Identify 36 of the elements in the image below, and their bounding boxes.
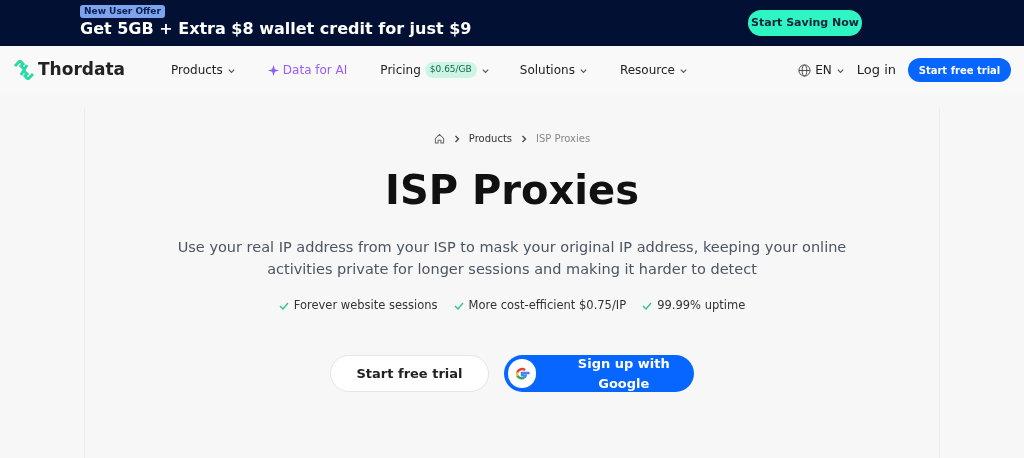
nav-link-label: Solutions	[519, 62, 575, 79]
chevron-right-icon	[520, 134, 529, 143]
language-selector[interactable]: EN	[798, 61, 845, 79]
breadcrumb-item: ISP Proxies	[536, 132, 591, 146]
home-icon	[433, 133, 445, 144]
g-logo-icon	[508, 359, 536, 389]
nav-link-label: Pricing	[380, 62, 421, 79]
start-saving-button[interactable]: Start Saving Now	[748, 10, 862, 36]
start-trial-button[interactable]: Start free trial	[330, 355, 489, 393]
offer-badge: New User Offer	[80, 4, 165, 18]
nav-link[interactable]: Pricing $0.65/GB	[380, 61, 490, 79]
nav-link[interactable]: Data for AI	[267, 61, 348, 79]
check-icon	[278, 301, 289, 310]
check-icon	[453, 301, 464, 310]
nav-link[interactable]: Products	[171, 61, 236, 79]
logo-text: Thordata	[38, 58, 125, 82]
sparkle-icon	[267, 64, 279, 76]
nav-link-label: Resource	[619, 62, 675, 79]
start-trial-button[interactable]: Start free trial	[908, 58, 1011, 82]
nav-link[interactable]: Solutions	[519, 61, 588, 79]
price-tag: $0.65/GB	[424, 62, 477, 78]
nav-link-label: Products	[171, 62, 223, 79]
breadcrumb-item[interactable]: Products	[468, 131, 513, 146]
login-link[interactable]: Log in	[856, 60, 896, 80]
check-icon	[642, 301, 653, 310]
page-title: ISP Proxies	[385, 166, 639, 214]
chevron-right-icon	[452, 134, 461, 143]
feature-text: More cost-efficient $0.75/IP	[468, 297, 627, 314]
nav-link[interactable]: Resource	[619, 61, 688, 79]
feature-text: Forever website sessions	[293, 297, 438, 314]
google-signup-button[interactable]: Sign up with Google	[504, 355, 694, 393]
hero-description: Use your real IP address from your ISP to mask your original IP address, keeping your online activities private for longer sessions and making it harder to detect	[176, 238, 848, 279]
promo-headline: Get 5GB + Extra $8 wallet credit for just $9	[80, 17, 472, 40]
globe-icon	[798, 63, 812, 77]
logo-icon	[13, 60, 35, 80]
feature-text: 99.99% uptime	[657, 297, 746, 314]
